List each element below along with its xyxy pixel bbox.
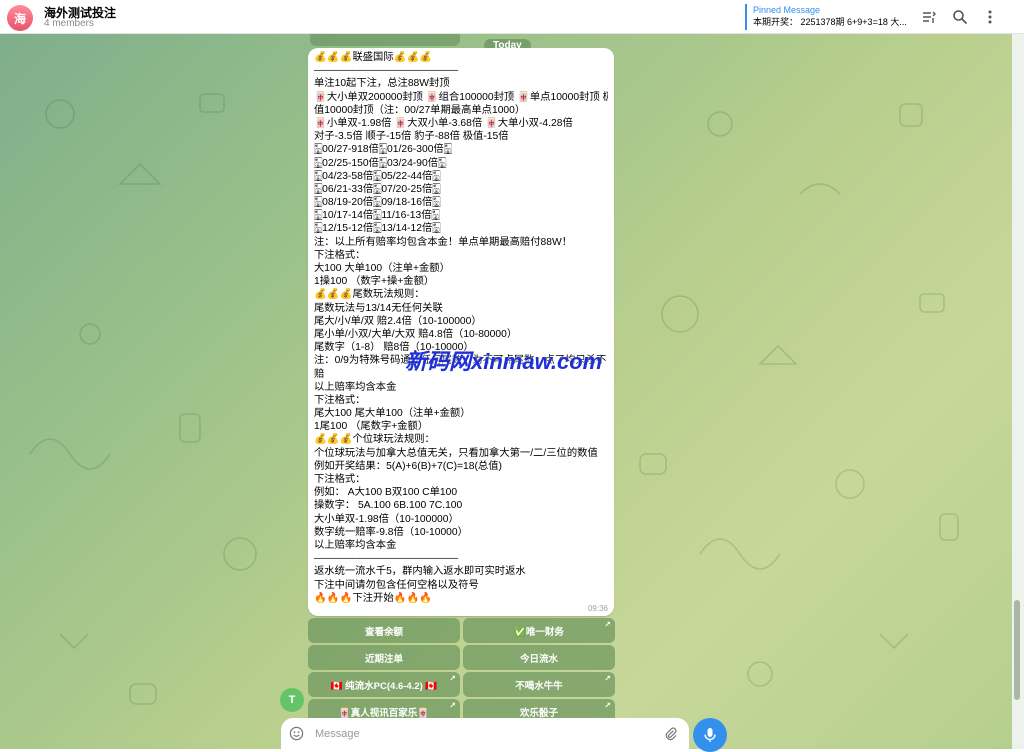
- message-line: 下注中间请勿包含任何空格以及符号: [314, 579, 479, 591]
- inline-keyboard: 查看余额 ✅唯一财务 ↗ 近期注单 今日流水 🇨🇦 纯流水PC(4.6-4.2) 🇨🇦 ↗ 不…: [308, 618, 615, 724]
- message-line: 以上赔率均含本金: [314, 381, 397, 393]
- link-arrow-icon: ↗: [604, 701, 611, 710]
- message-line: 个位球玩法与加拿大总值无关，只看加拿大第一/二/三位的数值: [314, 447, 598, 459]
- message-line: 💰💰💰尾数玩法规则：: [314, 289, 425, 301]
- message-line: 🀄大小单双200000封顶 🀄组合100000封顶 🀄单点10000封顶 极: [314, 91, 608, 103]
- watermark-text: 新码网xinmaw.com: [405, 349, 603, 374]
- message-line: 尾数玩法与13/14无任何关联: [314, 302, 443, 314]
- message-time: 09:36: [587, 604, 608, 613]
- inline-button[interactable]: 今日流水: [463, 645, 615, 670]
- message-line: 注：以上所有赔率均包含本金！单点单期最高赔付88W！: [314, 236, 572, 248]
- sender-avatar[interactable]: T: [280, 688, 304, 712]
- message-text: 💰💰💰联盛国际💰💰💰 —————————————— 单注10起下注，总注88W封顶 🀄…: [314, 51, 608, 605]
- inline-button-label: 查看余额: [364, 626, 403, 638]
- inline-button[interactable]: 查看余额: [308, 618, 460, 643]
- message-line: ——————————————: [314, 553, 459, 565]
- pinned-message[interactable]: Pinned Message 本期开奖： 2251378期 6+9+3=18 大…: [745, 4, 913, 30]
- message-line: 🀣06/21-33倍🀣07/20-25倍🀣: [314, 183, 441, 195]
- message-line: 1操100 （数字+操+金额）: [314, 276, 435, 288]
- mic-icon: [704, 728, 716, 742]
- message-line: ——————————————: [314, 65, 459, 77]
- inline-button-label: ✅唯一财务: [514, 626, 564, 638]
- mic-button[interactable]: [693, 718, 727, 752]
- message-bubble[interactable]: 💰💰💰联盛国际💰💰💰 —————————————— 单注10起下注，总注88W封顶 🀄…: [308, 48, 614, 616]
- message-line: 大小单双-1.98倍（10-100000）: [314, 513, 459, 525]
- inline-button[interactable]: 不喝水牛牛 ↗: [463, 672, 615, 697]
- inline-button-label: 今日流水: [519, 653, 558, 665]
- message-line: 值10000封顶（注：00/27单期最高单点1000）: [314, 104, 526, 116]
- attach-icon[interactable]: [663, 726, 678, 741]
- message-line: 数字统一赔率-9.8倍（10-10000）: [314, 526, 468, 538]
- message-line: 🀣00/27-918倍🀣01/26-300倍🀣: [314, 144, 452, 156]
- inline-button-label: 🇨🇦 纯流水PC(4.6-4.2) 🇨🇦: [330, 680, 438, 692]
- message-line: 🔥🔥🔥下注开始🔥🔥🔥: [314, 592, 433, 604]
- link-arrow-icon: ↗: [449, 701, 456, 710]
- inline-button-label: 近期注单: [364, 653, 403, 665]
- inline-button-label: 不喝水牛牛: [515, 680, 563, 692]
- message-line: 🀄小单双-1.98倍 🀄大双小单-3.68倍 🀄大单小双-4.28倍: [314, 117, 573, 129]
- inline-button[interactable]: 近期注单: [308, 645, 460, 670]
- member-count: 4 members: [44, 18, 95, 29]
- message-line: 下注格式：: [314, 249, 366, 261]
- pinned-label: Pinned Message: [753, 5, 821, 15]
- message-line: 例如开奖结果：5(A)+6(B)+7(C)=18(总值): [314, 460, 502, 472]
- message-line: 以上赔率均含本金: [314, 539, 397, 551]
- chat-header: 海 海外测试投注 4 members Pinned Message 本期开奖： …: [0, 0, 1024, 34]
- more-vertical-icon[interactable]: [982, 9, 998, 25]
- message-line: 🀣04/23-58倍🀣05/22-44倍🀣: [314, 170, 441, 182]
- message-line: 🀣02/25-150倍🀣03/24-90倍🀣: [314, 157, 447, 169]
- message-line: 1尾100 （尾数字+金额）: [314, 421, 429, 433]
- inline-button-label: 欢乐骰子: [519, 707, 558, 719]
- message-line: 💰💰💰个位球玩法规则：: [314, 434, 435, 446]
- message-input[interactable]: [313, 724, 647, 744]
- message-line: 🀣08/19-20倍🀣09/18-16倍🀣: [314, 197, 441, 209]
- message-line: 尾大/小/单/双 赔2.4倍（10-100000）: [314, 315, 482, 327]
- message-line: 下注格式：: [314, 474, 366, 485]
- message-line: 下注格式：: [314, 394, 366, 406]
- message-line: 例如： A大100 B双100 C单100: [314, 487, 458, 499]
- inline-button-label: 🀄真人视讯百家乐🀄: [338, 707, 430, 719]
- group-avatar[interactable]: 海: [7, 5, 33, 31]
- message-composer: [281, 718, 689, 749]
- message-line: 💰💰💰联盛国际💰💰💰: [314, 52, 433, 63]
- pinned-list-icon[interactable]: [921, 9, 937, 25]
- message-line: 对子-3.5倍 顺子-15倍 豹子-88倍 极值-15倍: [314, 131, 509, 143]
- message-line: 单注10起下注，总注88W封顶: [314, 78, 450, 90]
- inline-button[interactable]: ✅唯一财务 ↗: [463, 618, 615, 643]
- message-line: 🀣10/17-14倍🀣11/16-13倍🀣: [314, 210, 440, 222]
- message-line: 返水统一流水千5，群内输入返水即可实时返水: [314, 566, 526, 578]
- message-line: 尾大100 尾大单100（注单+金额）: [314, 408, 471, 420]
- message-line: 🀣12/15-12倍🀣13/14-12倍🀣: [314, 223, 441, 235]
- inline-button-previous-cutoff[interactable]: [310, 34, 460, 46]
- inline-button[interactable]: 🇨🇦 纯流水PC(4.6-4.2) 🇨🇦 ↗: [308, 672, 460, 697]
- pinned-text: 本期开奖： 2251378期 6+9+3=18 大...: [753, 17, 907, 27]
- link-arrow-icon: ↗: [449, 674, 456, 683]
- message-line: 尾小单/小双/大单/大双 赔4.8倍（10-80000）: [314, 328, 518, 340]
- link-arrow-icon: ↗: [604, 620, 611, 629]
- scrollbar-thumb[interactable]: [1014, 600, 1020, 700]
- emoji-icon[interactable]: [289, 726, 304, 741]
- message-line: 操数字： 5A.100 6B.100 7C.100: [314, 500, 463, 512]
- link-arrow-icon: ↗: [604, 674, 611, 683]
- message-line: 大100 大单100（注单+金额）: [314, 263, 450, 274]
- search-icon[interactable]: [952, 9, 968, 25]
